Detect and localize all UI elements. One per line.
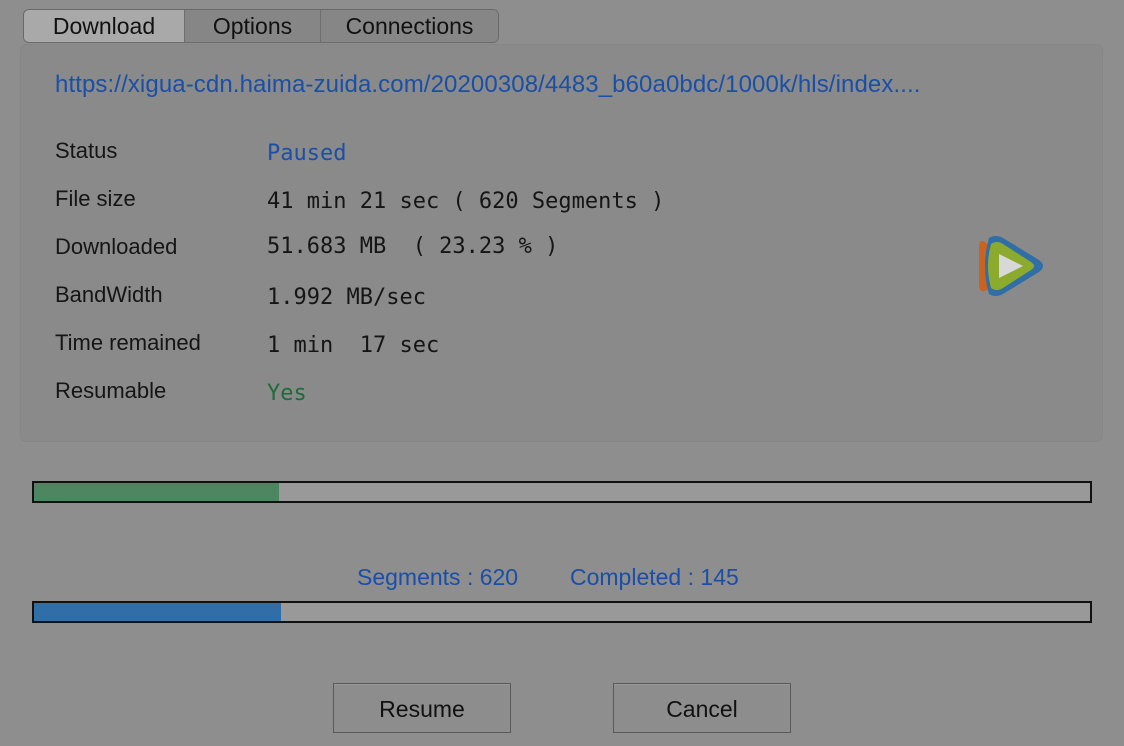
download-progress-fill [34, 483, 280, 501]
tab-options[interactable]: Options [185, 10, 321, 42]
bandwidth-row: BandWidth 1.992 MB/sec [55, 282, 955, 312]
downloaded-row: Downloaded 51.683 MB ( 23.23 % ) [55, 234, 955, 264]
cancel-button[interactable]: Cancel [613, 683, 791, 733]
downloaded-label: Downloaded [55, 234, 178, 259]
resume-button[interactable]: Resume [333, 683, 511, 733]
download-progress-bar [32, 481, 1092, 503]
bandwidth-label: BandWidth [55, 282, 163, 307]
resumable-value: Yes [267, 381, 307, 406]
status-label: Status [55, 138, 118, 163]
time-remained-label: Time remained [55, 330, 201, 355]
tab-download[interactable]: Download [24, 10, 185, 42]
tab-connections[interactable]: Connections [321, 10, 498, 42]
segments-progress-fill [34, 603, 281, 621]
tab-bar: Download Options Connections [23, 9, 499, 43]
segments-count: Segments : 620 [357, 564, 519, 590]
resumable-row: Resumable Yes [55, 378, 955, 408]
time-remained-row: Time remained 1 min 17 sec [55, 330, 955, 360]
completed-count: Completed : 145 [570, 564, 739, 590]
download-url: https://xigua-cdn.haima-zuida.com/202003… [55, 71, 921, 98]
downloaded-value: 51.683 MB ( 23.23 % ) [267, 234, 559, 259]
download-info-panel: https://xigua-cdn.haima-zuida.com/202003… [20, 44, 1103, 442]
status-value: Paused [267, 141, 347, 166]
tencent-video-logo-icon [979, 236, 1043, 296]
bandwidth-value: 1.992 MB/sec [267, 285, 426, 310]
file-size-value: 41 min 21 sec ( 620 Segments ) [267, 189, 665, 214]
file-size-row: File size 41 min 21 sec ( 620 Segments ) [55, 186, 955, 216]
status-row: Status Paused [55, 138, 955, 168]
time-remained-value: 1 min 17 sec [267, 333, 440, 358]
resumable-label: Resumable [55, 378, 167, 403]
segments-progress-bar [32, 601, 1092, 623]
file-size-label: File size [55, 186, 136, 211]
